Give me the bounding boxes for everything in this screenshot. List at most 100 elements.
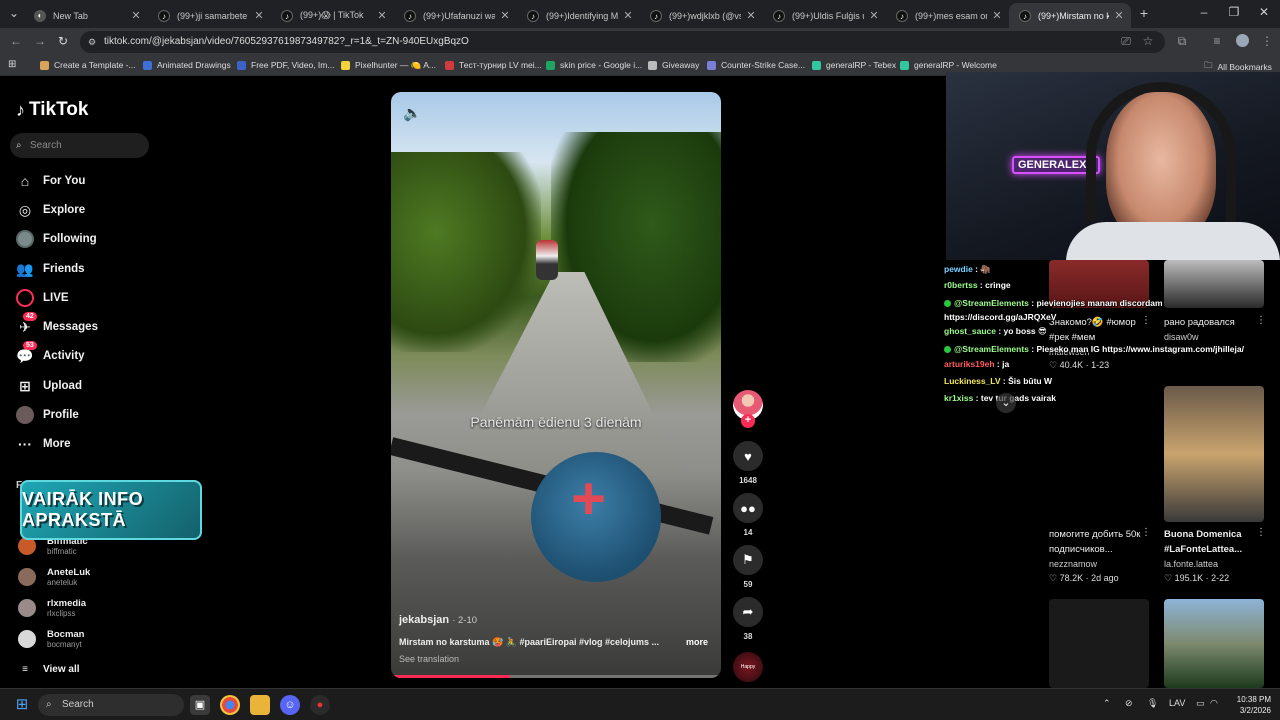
bookmark-2[interactable]: Animated Drawings: [143, 60, 231, 70]
tab-close-icon[interactable]: ✕: [1113, 9, 1125, 22]
tab-9[interactable]: ♪ (99+)Mirstam no kars ✕: [1009, 3, 1131, 28]
app-icon[interactable]: ●: [310, 695, 330, 715]
new-tab-button[interactable]: +: [1136, 5, 1152, 21]
bookmark-star-icon[interactable]: ☆: [1140, 34, 1156, 48]
bookmark-4[interactable]: Pixelhunter — 🍋 A...: [341, 60, 436, 71]
nav-upload[interactable]: ⊞ Upload: [16, 377, 82, 395]
bookmark-9[interactable]: generalRP - Tebex: [812, 60, 896, 70]
task-view-icon[interactable]: ▣: [190, 695, 210, 715]
mic-icon[interactable]: 🎙: [1147, 698, 1158, 709]
bookmark-10[interactable]: generalRP - Welcome: [900, 60, 997, 70]
tray-chevron-icon[interactable]: ⌃: [1103, 698, 1111, 709]
install-app-icon[interactable]: ⎚: [1118, 34, 1134, 49]
see-translation-link[interactable]: See translation: [399, 654, 459, 664]
tab-1[interactable]: ◐ New Tab ✕: [24, 3, 148, 28]
grid-thumb-5[interactable]: [1049, 599, 1149, 688]
nav-for-you[interactable]: ⌂ For You: [16, 172, 86, 190]
comment-button[interactable]: ●● 14: [733, 493, 763, 537]
nav-explore[interactable]: ◎ Explore: [16, 201, 85, 219]
follow-plus-icon[interactable]: +: [741, 414, 755, 428]
following-account-2[interactable]: AneteLuk aneteluk: [18, 567, 90, 587]
view-all-link[interactable]: ≡ View all: [16, 660, 79, 678]
tab-7[interactable]: ♪ (99+)Uldis Fulģis un ✕: [763, 3, 886, 28]
nav-messages[interactable]: ✈ 42 Messages: [16, 312, 98, 336]
windows-start-icon[interactable]: ⊞: [12, 695, 32, 715]
nav-more[interactable]: ··· More: [16, 435, 70, 453]
file-explorer-icon[interactable]: [250, 695, 270, 715]
wifi-icon[interactable]: ◠: [1210, 698, 1218, 709]
bookmark-1[interactable]: Create a Template -...: [40, 60, 136, 70]
grid-thumb-4[interactable]: [1164, 386, 1264, 522]
tab-5[interactable]: ♪ (99+)Identifying Mys ✕: [517, 3, 640, 28]
tiktok-logo[interactable]: ♪ TikTok: [16, 99, 88, 121]
display-icon[interactable]: ▭: [1196, 698, 1205, 709]
tab-2[interactable]: ♪ (99+)ji samarbete me ✕: [148, 3, 271, 28]
bookmark-5[interactable]: Тест-турнир LV mei...: [445, 60, 542, 70]
address-bar[interactable]: ⚙ tiktok.com/@jekabsjan/video/7605293761…: [80, 31, 1165, 53]
back-icon[interactable]: ←: [8, 34, 24, 48]
discord-icon[interactable]: ☺: [280, 695, 300, 715]
grid-thumb-6[interactable]: [1164, 599, 1264, 688]
volume-icon[interactable]: 🔈: [403, 104, 422, 122]
restore-icon[interactable]: ❐: [1226, 5, 1242, 19]
extensions-icon[interactable]: ⧉: [1174, 34, 1190, 49]
chat-message: r0bertss : cringe: [944, 280, 1011, 290]
taskbar-clock[interactable]: 10:38 PM 3/2/2026: [1227, 694, 1271, 716]
chevron-down-icon[interactable]: ⌄: [996, 393, 1016, 413]
media-controls-icon[interactable]: ≡: [1209, 34, 1225, 48]
menu-icon[interactable]: ⋮: [1259, 34, 1275, 48]
nav-friends[interactable]: 👥 Friends: [16, 260, 84, 278]
search-input[interactable]: ⌕ Search: [10, 133, 149, 158]
tab-close-icon[interactable]: ✕: [130, 9, 142, 22]
grid-author-4[interactable]: la.fonte.lattea: [1164, 559, 1218, 569]
minimize-icon[interactable]: –: [1196, 5, 1212, 19]
site-info-icon[interactable]: ⚙: [88, 31, 96, 53]
forward-icon[interactable]: →: [32, 34, 48, 48]
taskbar-search-input[interactable]: ⌕ Search: [38, 694, 184, 716]
bookmark-3[interactable]: Free PDF, Video, Im...: [237, 60, 334, 70]
tab-close-icon[interactable]: ✕: [622, 9, 634, 22]
more-button[interactable]: more: [686, 637, 708, 647]
save-button[interactable]: ⚑ 59: [733, 545, 763, 589]
bookmark-8[interactable]: Counter-Strike Case...: [707, 60, 805, 70]
chat-username: @StreamElements: [954, 298, 1029, 308]
following-account-3[interactable]: rlxmedia rlxclipss: [18, 598, 86, 618]
nav-profile[interactable]: Profile: [16, 406, 79, 424]
tab-search-icon[interactable]: ⌄: [6, 6, 22, 20]
grid-more-icon-3[interactable]: ⋮: [1141, 527, 1151, 538]
grid-more-icon-4[interactable]: ⋮: [1256, 527, 1266, 538]
tab-close-icon[interactable]: ✕: [745, 9, 757, 22]
tab-close-icon[interactable]: ✕: [868, 9, 880, 22]
tab-4[interactable]: ♪ (99+)Ufafanuzi wa Pe ✕: [394, 3, 517, 28]
bookmark-6[interactable]: skin price - Google i...: [546, 60, 642, 70]
nav-live[interactable]: LIVE: [16, 289, 69, 307]
grid-author-3[interactable]: nezznamow: [1049, 559, 1097, 569]
video-player[interactable]: 🔈 Panēmām ēdienu 3 dienām jekabsjan · 2-…: [391, 92, 721, 678]
tab-close-icon[interactable]: ✕: [499, 9, 511, 22]
like-button[interactable]: ♥ 1648: [733, 441, 763, 485]
tab-6[interactable]: ♪ (99+)wdjklxb (@vsdg ✕: [640, 3, 763, 28]
video-progress-bar[interactable]: [391, 675, 721, 678]
bookmark-7[interactable]: Giveaway: [648, 60, 699, 70]
tab-8[interactable]: ♪ (99+)mes esam origo ✕: [886, 3, 1009, 28]
tab-close-icon[interactable]: ✕: [376, 9, 388, 22]
apps-grid-icon[interactable]: ⊞: [8, 59, 16, 70]
close-window-icon[interactable]: ✕: [1256, 5, 1272, 19]
tab-close-icon[interactable]: ✕: [253, 9, 265, 22]
grid-title-3[interactable]: помогите добить 50к подписчиков...: [1049, 527, 1149, 557]
profile-avatar-icon[interactable]: [1234, 34, 1250, 50]
tab-3[interactable]: ♪ (99+)😱 | TikTok ✕: [271, 3, 394, 28]
nav-following[interactable]: Following: [16, 230, 97, 248]
grid-title-4[interactable]: Buona Domenica #LaFonteLattea...: [1164, 527, 1264, 557]
video-author[interactable]: jekabsjan · 2-10: [399, 614, 477, 626]
grid-author-2[interactable]: disaw0w: [1164, 332, 1199, 342]
network-icon[interactable]: ⊘: [1125, 698, 1133, 709]
nav-activity[interactable]: 💬 53 Activity: [16, 341, 85, 365]
following-account-4[interactable]: Bocman bocmanyt: [18, 629, 84, 649]
music-disc[interactable]: Happy: [733, 652, 763, 682]
language-indicator[interactable]: LAV: [1169, 698, 1185, 708]
reload-icon[interactable]: ↻: [55, 34, 71, 48]
share-button[interactable]: ➦ 38: [733, 597, 763, 641]
tab-close-icon[interactable]: ✕: [991, 9, 1003, 22]
chrome-icon[interactable]: [220, 695, 240, 715]
